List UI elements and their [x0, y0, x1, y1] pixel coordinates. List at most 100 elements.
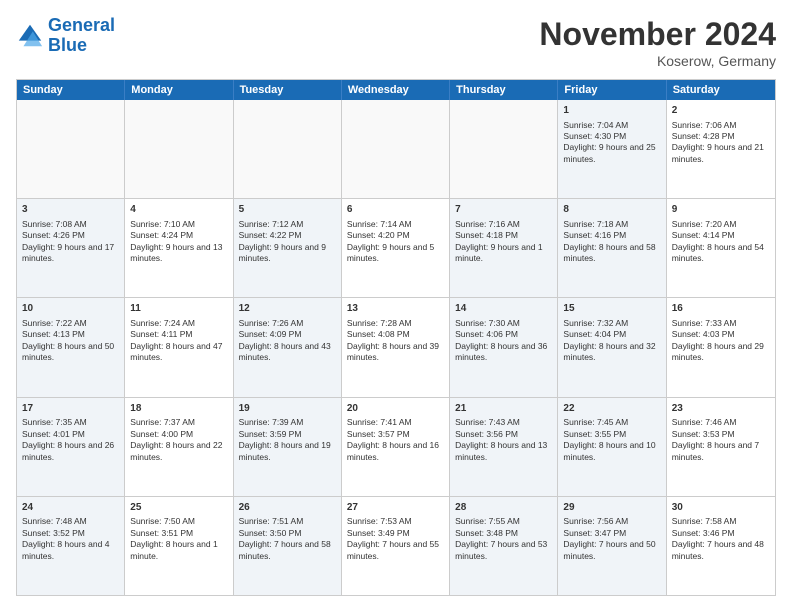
cal-cell-3-2: 19Sunrise: 7:39 AM Sunset: 3:59 PM Dayli… — [234, 398, 342, 496]
header-thursday: Thursday — [450, 80, 558, 100]
cal-cell-2-0: 10 Sunrise: 7:22 AM Sunset: 4:13 PM Dayli… — [17, 298, 125, 396]
cal-cell-0-2 — [234, 100, 342, 198]
header-monday: Monday — [125, 80, 233, 100]
cell-info: Sunrise: 7:37 AM Sunset: 4:00 PM Dayligh… — [130, 417, 227, 463]
day-number: 25 — [130, 501, 227, 515]
day-number: 17 — [22, 402, 119, 416]
day-number: 16 — [672, 302, 770, 316]
cal-cell-2-1: 11Sunrise: 7:24 AM Sunset: 4:11 PM Dayli… — [125, 298, 233, 396]
day-number: 24 — [22, 501, 119, 515]
cal-cell-3-3: 20Sunrise: 7:41 AM Sunset: 3:57 PM Dayli… — [342, 398, 450, 496]
day-number: 28 — [455, 501, 552, 515]
logo-text: General Blue — [48, 16, 115, 56]
header-friday: Friday — [558, 80, 666, 100]
day-number: 1 — [563, 104, 660, 118]
logo: General Blue — [16, 16, 115, 56]
cell-info: Sunrise: 7:10 AM Sunset: 4:24 PM Dayligh… — [130, 219, 227, 265]
cell-info: Sunrise: 7:35 AM Sunset: 4:01 PM Dayligh… — [22, 417, 119, 463]
header-tuesday: Tuesday — [234, 80, 342, 100]
cal-cell-3-4: 21Sunrise: 7:43 AM Sunset: 3:56 PM Dayli… — [450, 398, 558, 496]
header-saturday: Saturday — [667, 80, 775, 100]
cal-cell-1-3: 6 Sunrise: 7:14 AM Sunset: 4:20 PM Daylig… — [342, 199, 450, 297]
cell-info: Sunrise: 7:18 AM Sunset: 4:16 PM Dayligh… — [563, 219, 660, 265]
location: Koserow, Germany — [539, 53, 776, 69]
calendar-row-2: 10 Sunrise: 7:22 AM Sunset: 4:13 PM Dayli… — [17, 297, 775, 396]
header: General Blue November 2024 Koserow, Germ… — [16, 16, 776, 69]
cell-info: Sunrise: 7:08 AM Sunset: 4:26 PM Dayligh… — [22, 219, 119, 265]
day-number: 18 — [130, 402, 227, 416]
cal-cell-4-2: 26Sunrise: 7:51 AM Sunset: 3:50 PM Dayli… — [234, 497, 342, 595]
calendar-row-3: 17Sunrise: 7:35 AM Sunset: 4:01 PM Dayli… — [17, 397, 775, 496]
day-number: 4 — [130, 203, 227, 217]
header-wednesday: Wednesday — [342, 80, 450, 100]
cell-info: Sunrise: 7:33 AM Sunset: 4:03 PM Dayligh… — [672, 318, 770, 364]
day-number: 15 — [563, 302, 660, 316]
day-number: 13 — [347, 302, 444, 316]
day-number: 30 — [672, 501, 770, 515]
cal-cell-0-0 — [17, 100, 125, 198]
cal-cell-2-4: 14Sunrise: 7:30 AM Sunset: 4:06 PM Dayli… — [450, 298, 558, 396]
cal-cell-2-6: 16 Sunrise: 7:33 AM Sunset: 4:03 PM Dayli… — [667, 298, 775, 396]
day-number: 26 — [239, 501, 336, 515]
cell-info: Sunrise: 7:45 AM Sunset: 3:55 PM Dayligh… — [563, 417, 660, 463]
day-number: 14 — [455, 302, 552, 316]
cal-cell-2-2: 12 Sunrise: 7:26 AM Sunset: 4:09 PM Dayli… — [234, 298, 342, 396]
header-sunday: Sunday — [17, 80, 125, 100]
day-number: 9 — [672, 203, 770, 217]
cal-cell-4-3: 27Sunrise: 7:53 AM Sunset: 3:49 PM Dayli… — [342, 497, 450, 595]
cal-cell-0-5: 1 Sunrise: 7:04 AM Sunset: 4:30 PM Daylig… — [558, 100, 666, 198]
cal-cell-2-5: 15Sunrise: 7:32 AM Sunset: 4:04 PM Dayli… — [558, 298, 666, 396]
logo-icon — [16, 22, 44, 50]
day-number: 21 — [455, 402, 552, 416]
cell-info: Sunrise: 7:22 AM Sunset: 4:13 PM Dayligh… — [22, 318, 119, 364]
day-number: 11 — [130, 302, 227, 316]
day-number: 6 — [347, 203, 444, 217]
cell-info: Sunrise: 7:06 AM Sunset: 4:28 PM Dayligh… — [672, 120, 770, 166]
page: General Blue November 2024 Koserow, Germ… — [0, 0, 792, 612]
day-number: 27 — [347, 501, 444, 515]
cal-cell-1-0: 3Sunrise: 7:08 AM Sunset: 4:26 PM Daylig… — [17, 199, 125, 297]
day-number: 29 — [563, 501, 660, 515]
day-number: 7 — [455, 203, 552, 217]
cell-info: Sunrise: 7:20 AM Sunset: 4:14 PM Dayligh… — [672, 219, 770, 265]
cell-info: Sunrise: 7:50 AM Sunset: 3:51 PM Dayligh… — [130, 516, 227, 562]
calendar-row-1: 3Sunrise: 7:08 AM Sunset: 4:26 PM Daylig… — [17, 198, 775, 297]
cal-cell-3-5: 22Sunrise: 7:45 AM Sunset: 3:55 PM Dayli… — [558, 398, 666, 496]
cell-info: Sunrise: 7:51 AM Sunset: 3:50 PM Dayligh… — [239, 516, 336, 562]
cal-cell-1-1: 4 Sunrise: 7:10 AM Sunset: 4:24 PM Daylig… — [125, 199, 233, 297]
cell-info: Sunrise: 7:53 AM Sunset: 3:49 PM Dayligh… — [347, 516, 444, 562]
cell-info: Sunrise: 7:39 AM Sunset: 3:59 PM Dayligh… — [239, 417, 336, 463]
cal-cell-1-5: 8Sunrise: 7:18 AM Sunset: 4:16 PM Daylig… — [558, 199, 666, 297]
day-number: 2 — [672, 104, 770, 118]
cal-cell-2-3: 13 Sunrise: 7:28 AM Sunset: 4:08 PM Dayli… — [342, 298, 450, 396]
day-number: 10 — [22, 302, 119, 316]
calendar-body: 1 Sunrise: 7:04 AM Sunset: 4:30 PM Daylig… — [17, 100, 775, 595]
cell-info: Sunrise: 7:14 AM Sunset: 4:20 PM Dayligh… — [347, 219, 444, 265]
day-number: 5 — [239, 203, 336, 217]
cell-info: Sunrise: 7:41 AM Sunset: 3:57 PM Dayligh… — [347, 417, 444, 463]
calendar-row-4: 24Sunrise: 7:48 AM Sunset: 3:52 PM Dayli… — [17, 496, 775, 595]
cal-cell-3-6: 23Sunrise: 7:46 AM Sunset: 3:53 PM Dayli… — [667, 398, 775, 496]
cell-info: Sunrise: 7:04 AM Sunset: 4:30 PM Dayligh… — [563, 120, 660, 166]
day-number: 12 — [239, 302, 336, 316]
day-number: 23 — [672, 402, 770, 416]
cal-cell-0-6: 2 Sunrise: 7:06 AM Sunset: 4:28 PM Daylig… — [667, 100, 775, 198]
day-number: 22 — [563, 402, 660, 416]
day-number: 19 — [239, 402, 336, 416]
cell-info: Sunrise: 7:48 AM Sunset: 3:52 PM Dayligh… — [22, 516, 119, 562]
month-title: November 2024 — [539, 16, 776, 53]
cell-info: Sunrise: 7:26 AM Sunset: 4:09 PM Dayligh… — [239, 318, 336, 364]
day-number: 20 — [347, 402, 444, 416]
cal-cell-3-1: 18Sunrise: 7:37 AM Sunset: 4:00 PM Dayli… — [125, 398, 233, 496]
calendar-header: Sunday Monday Tuesday Wednesday Thursday… — [17, 80, 775, 100]
cell-info: Sunrise: 7:16 AM Sunset: 4:18 PM Dayligh… — [455, 219, 552, 265]
cal-cell-1-4: 7 Sunrise: 7:16 AM Sunset: 4:18 PM Daylig… — [450, 199, 558, 297]
cell-info: Sunrise: 7:12 AM Sunset: 4:22 PM Dayligh… — [239, 219, 336, 265]
cell-info: Sunrise: 7:46 AM Sunset: 3:53 PM Dayligh… — [672, 417, 770, 463]
title-block: November 2024 Koserow, Germany — [539, 16, 776, 69]
calendar: Sunday Monday Tuesday Wednesday Thursday… — [16, 79, 776, 596]
cell-info: Sunrise: 7:58 AM Sunset: 3:46 PM Dayligh… — [672, 516, 770, 562]
cal-cell-1-2: 5 Sunrise: 7:12 AM Sunset: 4:22 PM Daylig… — [234, 199, 342, 297]
logo-line2: Blue — [48, 35, 87, 55]
cell-info: Sunrise: 7:28 AM Sunset: 4:08 PM Dayligh… — [347, 318, 444, 364]
